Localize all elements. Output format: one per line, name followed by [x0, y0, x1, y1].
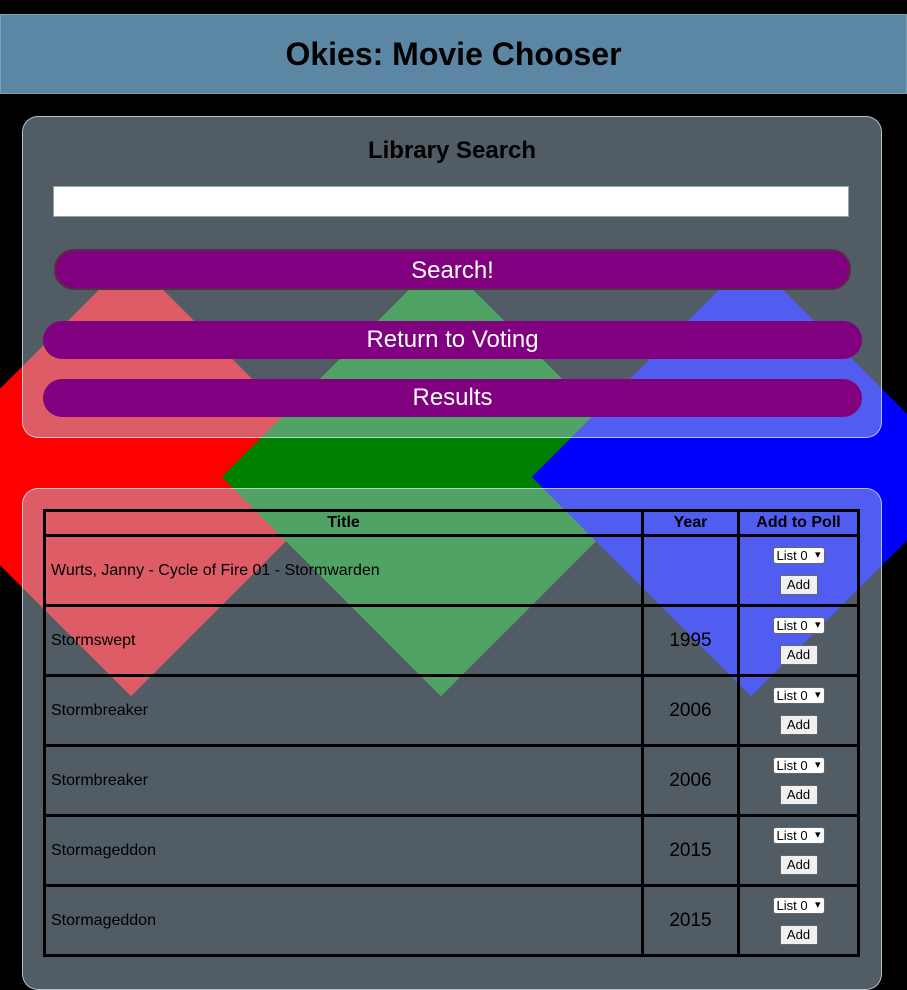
add-to-poll-cell: List 0 Add [737, 604, 860, 677]
movie-year: 2015 [641, 814, 740, 887]
add-to-poll-cell: List 0 Add [737, 884, 860, 957]
add-button[interactable]: Add [779, 784, 818, 805]
add-button[interactable]: Add [779, 924, 818, 945]
movie-year: 2015 [641, 884, 740, 957]
movie-title: Stormageddon [43, 884, 644, 957]
table-row: Stormbreaker 2006 List 0 Add [43, 674, 860, 747]
add-button[interactable]: Add [779, 854, 818, 875]
movie-title: Stormageddon [43, 814, 644, 887]
list-select[interactable]: List 0 [772, 896, 825, 914]
movie-year [641, 534, 740, 607]
movie-year: 1995 [641, 604, 740, 677]
return-to-voting-button[interactable]: Return to Voting [43, 321, 862, 359]
list-select[interactable]: List 0 [772, 616, 825, 634]
movie-title: Wurts, Janny - Cycle of Fire 01 - Stormw… [43, 534, 644, 607]
table-row: Stormswept 1995 List 0 Add [43, 604, 860, 677]
movie-title: Stormbreaker [43, 674, 644, 747]
table-row: Stormbreaker 2006 List 0 Add [43, 744, 860, 817]
table-row: Wurts, Janny - Cycle of Fire 01 - Stormw… [43, 534, 860, 607]
add-to-poll-cell: List 0 Add [737, 674, 860, 747]
movie-year: 2006 [641, 674, 740, 747]
table-header-row: Title Year Add to Poll [43, 509, 860, 537]
list-select[interactable]: List 0 [772, 686, 825, 704]
add-to-poll-cell: List 0 Add [737, 534, 860, 607]
search-button[interactable]: Search! [54, 249, 851, 290]
page-title: Okies: Movie Chooser [285, 35, 622, 72]
add-to-poll-cell: List 0 Add [737, 814, 860, 887]
year-column-header: Year [641, 509, 740, 537]
list-select[interactable]: List 0 [772, 756, 825, 774]
search-input[interactable] [53, 186, 849, 217]
library-search-heading: Library Search [367, 137, 537, 164]
add-button[interactable]: Add [779, 644, 818, 665]
list-select[interactable]: List 0 [772, 826, 825, 844]
add-button[interactable]: Add [779, 714, 818, 735]
results-button[interactable]: Results [43, 379, 862, 417]
list-select[interactable]: List 0 [772, 546, 825, 564]
movie-title: Stormbreaker [43, 744, 644, 817]
add-to-poll-cell: List 0 Add [737, 744, 860, 817]
title-column-header: Title [43, 509, 644, 537]
table-row: Stormageddon 2015 List 0 Add [43, 814, 860, 887]
movie-results-table: Title Year Add to Poll Wurts, Janny - Cy… [43, 509, 860, 957]
movie-year: 2006 [641, 744, 740, 817]
app-header: Okies: Movie Chooser [0, 14, 907, 94]
movie-title: Stormswept [43, 604, 644, 677]
library-search-panel: Library Search Search! Return to Voting … [22, 116, 882, 438]
add-to-poll-column-header: Add to Poll [737, 509, 860, 537]
table-row: Stormageddon 2015 List 0 Add [43, 884, 860, 957]
add-button[interactable]: Add [779, 574, 818, 595]
